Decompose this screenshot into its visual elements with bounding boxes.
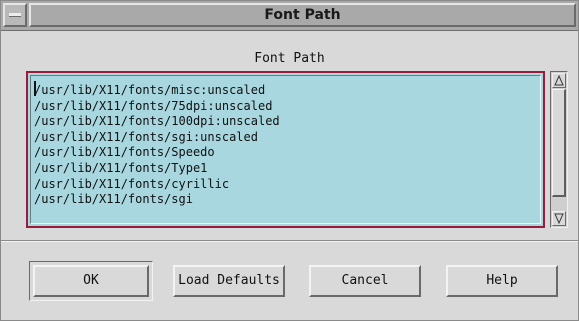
button-separator [1,240,578,242]
list-item[interactable]: /usr/lib/X11/fonts/misc:unscaled [34,83,280,99]
ok-button[interactable]: OK [33,265,149,297]
list-item[interactable]: /usr/lib/X11/fonts/sgi [34,192,280,208]
window-title: Font Path [29,3,576,27]
window-menu-button[interactable] [3,3,27,27]
list-caption: Font Path [254,51,325,66]
font-path-dialog: Font Path Font Path /usr/lib/X11/fonts/m… [0,0,579,321]
title-bar[interactable]: Font Path [1,1,578,31]
list-item[interactable]: /usr/lib/X11/fonts/sgi:unscaled [34,130,280,146]
font-path-list[interactable]: /usr/lib/X11/fonts/misc:unscaled /usr/li… [26,71,545,228]
window-menu-icon [9,13,21,17]
cancel-button[interactable]: Cancel [309,265,421,297]
load-defaults-button[interactable]: Load Defaults [173,265,285,297]
list-item[interactable]: /usr/lib/X11/fonts/Speedo [34,145,280,161]
scroll-down-button[interactable] [552,211,566,226]
help-button[interactable]: Help [446,265,558,297]
arrow-down-icon [554,213,564,224]
list-item[interactable]: /usr/lib/X11/fonts/75dpi:unscaled [34,99,280,115]
list-item[interactable]: /usr/lib/X11/fonts/Type1 [34,161,280,177]
list-item[interactable]: /usr/lib/X11/fonts/100dpi:unscaled [34,114,280,130]
vertical-scrollbar[interactable] [550,71,568,228]
font-path-items: /usr/lib/X11/fonts/misc:unscaled /usr/li… [34,83,280,208]
scroll-up-button[interactable] [552,73,566,88]
scroll-thumb[interactable] [552,89,566,197]
arrow-up-icon [554,75,564,86]
list-item[interactable]: /usr/lib/X11/fonts/cyrillic [34,177,280,193]
